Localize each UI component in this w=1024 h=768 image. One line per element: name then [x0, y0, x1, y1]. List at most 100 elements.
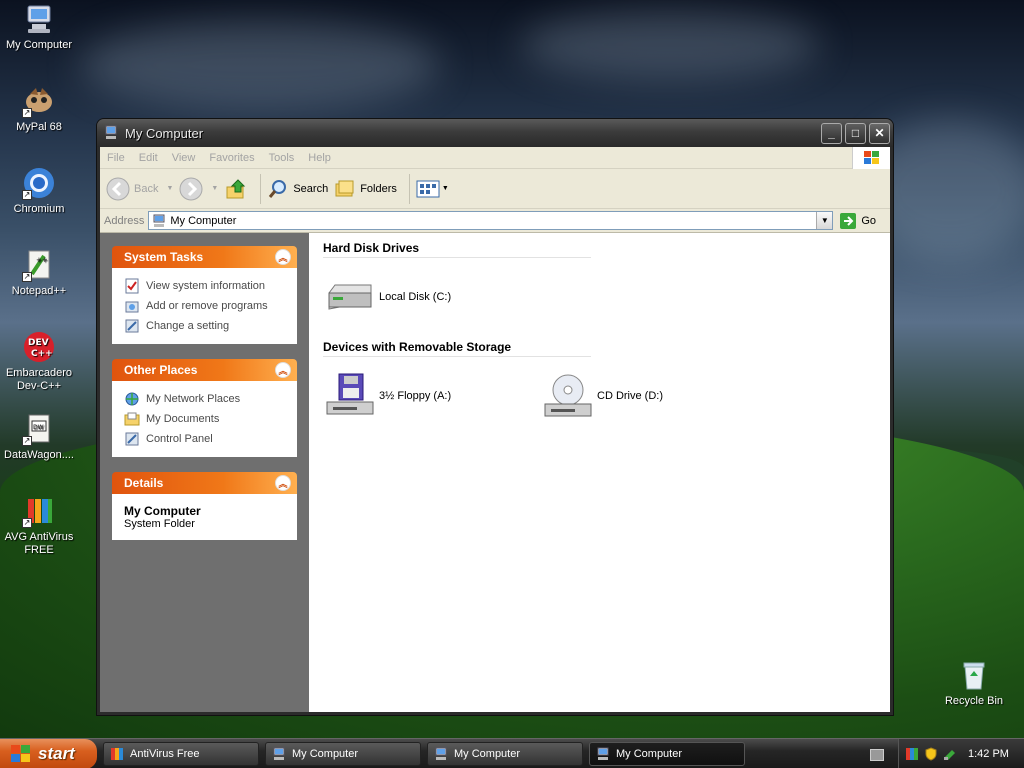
explorer-window: My Computer _ □ ✕ File Edit View Favorit…: [96, 118, 894, 716]
forward-dropdown-icon[interactable]: ▼: [211, 185, 218, 192]
desktop-icon-label: Notepad++: [11, 285, 67, 297]
forward-button[interactable]: ▼: [179, 177, 218, 201]
maximize-button[interactable]: □: [845, 122, 866, 144]
my-computer-icon: [22, 2, 56, 36]
menu-help[interactable]: Help: [308, 152, 331, 164]
menu-tools[interactable]: Tools: [269, 152, 295, 164]
up-folder-button[interactable]: [224, 177, 248, 201]
my-network-places-link[interactable]: My Network Places: [124, 389, 285, 409]
minimize-icon: _: [828, 126, 835, 140]
toolbar-separator: [408, 173, 410, 204]
system-tasks-header[interactable]: System Tasks ︽: [112, 246, 297, 268]
collapse-chevron-icon[interactable]: ︽: [275, 362, 291, 378]
forward-arrow-icon: [179, 177, 203, 200]
back-button[interactable]: Back ▼: [106, 177, 173, 201]
file-list: Hard Disk Drives Local Disk (C:) Devices…: [309, 233, 890, 712]
system-information-icon: [125, 278, 139, 294]
views-button[interactable]: ▼: [416, 180, 449, 198]
link-label: View system information: [146, 280, 266, 292]
views-dropdown-icon: ▼: [441, 185, 449, 192]
up-folder-icon: [226, 178, 246, 198]
desktop-icon-recycle-bin[interactable]: Recycle Bin: [935, 658, 1013, 708]
clock[interactable]: 1:42 PM: [968, 748, 1009, 760]
link-label: My Documents: [146, 413, 220, 425]
address-dropdown-icon[interactable]: ▼: [816, 212, 833, 229]
title-bar[interactable]: My Computer _ □ ✕: [97, 119, 893, 147]
drive-cd-d[interactable]: CD Drive (D:): [543, 372, 761, 420]
desktop-icon-datawagon[interactable]: DW ↗ DataWagon....: [0, 412, 78, 462]
keyboard-icon[interactable]: [870, 749, 884, 761]
desktop-icon-label: MyPal 68: [16, 121, 62, 133]
svg-text:DW: DW: [33, 424, 44, 431]
maximize-icon: □: [851, 126, 860, 140]
desktop-icon-devcpp[interactable]: DEV C++ Embarcadero Dev-C++: [0, 330, 78, 393]
address-input[interactable]: My Computer ▼: [148, 211, 834, 230]
desktop-icon-notepadpp[interactable]: ++ ↗ Notepad++: [0, 248, 78, 298]
go-label: Go: [861, 214, 876, 227]
menu-favorites[interactable]: Favorites: [209, 152, 254, 164]
minimize-button[interactable]: _: [821, 122, 842, 144]
close-button[interactable]: ✕: [869, 122, 890, 144]
taskbar-button-my-computer[interactable]: My Computer: [265, 741, 421, 766]
drive-floppy-a[interactable]: 3½ Floppy (A:): [325, 372, 543, 420]
taskbar-button-my-computer[interactable]: My Computer: [427, 741, 583, 766]
menu-edit[interactable]: Edit: [139, 152, 158, 164]
group-header-removable: Devices with Removable Storage: [323, 340, 591, 357]
menu-file[interactable]: File: [107, 152, 125, 164]
taskbar-button-antivirus[interactable]: AntiVirus Free: [103, 741, 259, 766]
folders-icon: [335, 180, 354, 196]
avg-icon: ↗: [22, 494, 56, 528]
mypal-icon: ↗: [22, 84, 56, 118]
task-label: My Computer: [616, 747, 683, 760]
windows-flag-icon: [11, 744, 30, 762]
desktop-icon-my-computer[interactable]: My Computer: [0, 2, 78, 52]
desktop-icon-chromium[interactable]: ↗ Chromium: [0, 166, 78, 216]
change-a-setting-link[interactable]: Change a setting: [124, 316, 285, 336]
menu-bar: File Edit View Favorites Tools Help: [100, 146, 890, 169]
link-label: Add or remove programs: [146, 300, 268, 312]
menu-view[interactable]: View: [172, 152, 196, 164]
my-computer-icon: [273, 747, 285, 760]
my-computer-icon: [435, 747, 447, 760]
taskbar-button-my-computer-active[interactable]: My Computer: [589, 741, 745, 766]
my-documents-icon: [124, 412, 140, 426]
window-content: System Tasks ︽ View system information A…: [100, 233, 890, 712]
control-panel-link[interactable]: Control Panel: [124, 429, 285, 449]
views-icon: [416, 180, 440, 197]
collapse-chevron-icon[interactable]: ︽: [275, 249, 291, 265]
folders-label: Folders: [360, 182, 397, 195]
system-tray: 1:42 PM: [898, 738, 1024, 768]
safely-remove-hardware-icon[interactable]: [943, 747, 957, 761]
other-places-header[interactable]: Other Places ︽: [112, 359, 297, 381]
group-header-hard-disks: Hard Disk Drives: [323, 241, 591, 258]
my-computer-icon: [597, 747, 609, 760]
details-header[interactable]: Details ︽: [112, 472, 297, 494]
datawagon-icon: DW ↗: [22, 412, 56, 446]
drive-local-disk-c[interactable]: Local Disk (C:): [325, 273, 543, 321]
desktop-icon-avg[interactable]: ↗ AVG AntiVirus FREE: [0, 494, 78, 557]
other-places-panel: Other Places ︽ My Network Places My Docu…: [112, 359, 297, 457]
avg-icon: [111, 747, 123, 760]
start-button[interactable]: start: [0, 738, 97, 768]
close-icon: ✕: [874, 126, 885, 140]
desktop-icon-mypal[interactable]: ↗ MyPal 68: [0, 84, 78, 134]
toolbar-separator: [260, 173, 262, 204]
details-panel: Details ︽ My Computer System Folder: [112, 472, 297, 540]
view-system-information-link[interactable]: View system information: [124, 276, 285, 296]
go-button[interactable]: Go: [839, 212, 876, 230]
drive-label: 3½ Floppy (A:): [379, 390, 452, 402]
security-shield-icon[interactable]: [924, 746, 938, 761]
back-dropdown-icon[interactable]: ▼: [166, 185, 173, 192]
add-remove-programs-link[interactable]: Add or remove programs: [124, 296, 285, 316]
search-button[interactable]: Search: [267, 178, 328, 200]
go-arrow-icon: [840, 212, 857, 229]
my-documents-link[interactable]: My Documents: [124, 409, 285, 429]
control-panel-icon: [125, 432, 139, 446]
avg-tray-icon[interactable]: [905, 747, 919, 761]
desktop-icon-label: Recycle Bin: [944, 695, 1004, 707]
dev-cpp-icon: DEV C++: [22, 330, 56, 364]
collapse-chevron-icon[interactable]: ︽: [275, 475, 291, 491]
desktop-icon-label: DataWagon....: [4, 449, 74, 461]
desktop-icon-label: Chromium: [13, 203, 65, 215]
folders-button[interactable]: Folders: [334, 178, 397, 200]
